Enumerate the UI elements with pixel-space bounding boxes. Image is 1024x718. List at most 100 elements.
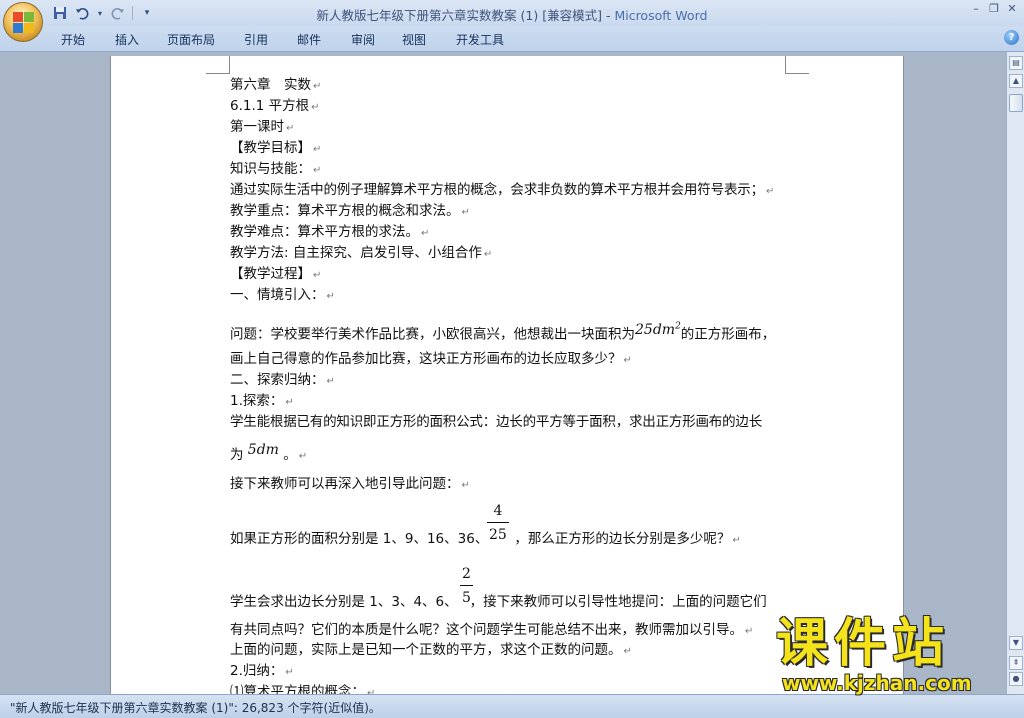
paragraph-text: 【教学过程】: [230, 266, 311, 282]
paragraph: 第一课时 ↵: [230, 118, 294, 138]
office-button[interactable]: [3, 2, 43, 42]
paragraph: 教学重点：算术平方根的概念和求法。 ↵: [230, 202, 470, 222]
return-mark: ↵: [313, 144, 322, 155]
vertical-scrollbar[interactable]: ▤ ▲ ▼ ⇞ ●: [1006, 52, 1024, 694]
office-logo-icon: [13, 12, 35, 34]
paragraph-text: 画上自己得意的作品参加比赛，这块正方形画布的边长应取多少？: [230, 351, 622, 367]
tab-developer[interactable]: 开发工具: [456, 31, 504, 48]
paragraph: ⑴算术平方根的概念： ↵: [230, 683, 375, 694]
return-mark: ↵: [286, 123, 295, 134]
return-mark: ↵: [732, 535, 741, 546]
paragraph-text: 学生会求出边长分别是 1、3、4、6、: [230, 594, 458, 610]
help-icon[interactable]: ?: [1004, 30, 1019, 45]
paragraph: 1.探索： ↵: [230, 392, 294, 412]
return-mark: ↵: [298, 451, 308, 462]
tab-page-layout[interactable]: 页面布局: [167, 31, 215, 48]
document-page[interactable]: 第六章 实数 ↵ 6.1.1 平方根 ↵ 第一课时 ↵ 【教学目标】 ↵ 知识与技能： ↵…: [110, 56, 904, 694]
close-icon[interactable]: ✕: [1006, 2, 1018, 16]
tab-view[interactable]: 视图: [402, 31, 426, 48]
chapter-heading: 第六章 实数: [230, 77, 311, 93]
paragraph-text: 教学难点：算术平方根的求法。: [230, 224, 419, 240]
document-area: 第六章 实数 ↵ 6.1.1 平方根 ↵ 第一课时 ↵ 【教学目标】 ↵ 知识与技能： ↵…: [0, 52, 1006, 694]
window-controls: – ❐ ✕: [970, 2, 1018, 16]
paragraph: 知识与技能： ↵: [230, 160, 321, 180]
paragraph-text: 学生能根据已有的知识即正方形的面积公式：边长的平方等于面积，求出正方形画布的边长: [230, 414, 762, 430]
scrollbar-thumb[interactable]: [1009, 94, 1023, 112]
scroll-down-icon[interactable]: ▼: [1009, 636, 1023, 650]
return-mark: ↵: [461, 207, 470, 218]
paragraph-text: 上面的问题，实际上是已知一个正数的平方，求这个正数的问题。: [230, 642, 622, 658]
return-mark: ↵: [766, 186, 775, 197]
paragraph: 教学方法: 自主探究、启发引导、小组合作 ↵: [230, 244, 492, 264]
return-mark: ↵: [623, 646, 632, 657]
return-mark: ↵: [623, 355, 632, 366]
paragraph: 学生会求出边长分别是 1、3、4、6、 ，接下来教师可以引导性地提问：上面的问题它…: [230, 593, 767, 611]
fraction-numerator: 2: [462, 566, 471, 582]
ribbon-tabs: 开始 插入 页面布局 引用 邮件 审阅 视图 开发工具 ?: [0, 26, 1024, 52]
paragraph: 【教学目标】 ↵: [230, 139, 321, 159]
paragraph-text: 为: [230, 447, 244, 463]
math-area: 25dm2: [635, 321, 681, 338]
paragraph-text: 一、情境引入：: [230, 287, 325, 303]
paragraph: 有共同点吗？它们的本质是什么呢？这个问题学生可能总结不出来，教师需加以引导。 ↵: [230, 621, 753, 641]
window-title: 新人教版七年级下册第六章实数教案 (1) [兼容模式] - Microsoft …: [0, 5, 1024, 24]
paragraph-text: 如果正方形的面积分别是 1、9、16、36、: [230, 531, 489, 547]
app-name: Microsoft Word: [614, 8, 708, 23]
return-mark: ↵: [313, 270, 322, 281]
math-side-length: 5dm: [247, 442, 279, 458]
return-mark: ↵: [483, 249, 493, 260]
previous-page-icon[interactable]: ⇞: [1009, 656, 1023, 670]
return-mark: ↵: [745, 626, 754, 637]
restore-icon[interactable]: ❐: [988, 2, 1000, 16]
paragraph-text: ⑴算术平方根的概念：: [230, 684, 365, 694]
return-mark: ↵: [461, 480, 470, 491]
paragraph-text: 接下来教师可以再深入地引导此问题：: [230, 476, 460, 492]
math-expression: 25dm: [635, 321, 676, 338]
fraction-numerator: 4: [493, 503, 503, 519]
title-separator: -: [601, 8, 615, 23]
paragraph-text: 【教学目标】: [230, 140, 311, 156]
return-mark: ↵: [311, 102, 320, 113]
watermark-url: www.kjzhan.com: [782, 671, 972, 695]
return-mark: ↵: [421, 228, 430, 239]
scroll-up-icon[interactable]: ▲: [1009, 74, 1023, 88]
fraction-bar: [487, 522, 509, 523]
return-mark: ↵: [326, 376, 335, 387]
paragraph-text: 教学重点：算术平方根的概念和求法。: [230, 203, 460, 219]
title-bar: ▾ ▾ 新人教版七年级下册第六章实数教案 (1) [兼容模式] - Micros…: [0, 0, 1024, 26]
paragraph-text: 通过实际生活中的例子理解算术平方根的概念，会求非负数的算术平方根并会用符号表示；: [230, 182, 764, 198]
paragraph-text: 教学方法: 自主探究、启发引导、小组合作: [230, 245, 482, 261]
paragraph-text: ，接下来教师可以引导性地提问：上面的问题它们: [469, 594, 767, 610]
browse-object-icon[interactable]: ●: [1009, 672, 1023, 686]
return-mark: ↵: [285, 397, 294, 408]
math-exponent: 2: [675, 321, 681, 331]
watermark-logo: 课件站 www.kjzhan.com: [776, 616, 1006, 696]
tab-mailings[interactable]: 邮件: [297, 31, 321, 48]
tab-review[interactable]: 审阅: [351, 31, 375, 48]
paragraph: 通过实际生活中的例子理解算术平方根的概念，会求非负数的算术平方根并会用符号表示；…: [230, 181, 774, 201]
tab-references[interactable]: 引用: [244, 31, 268, 48]
margin-corner-mark: [206, 56, 230, 74]
margin-corner-mark: [785, 56, 809, 74]
tab-home[interactable]: 开始: [61, 31, 85, 48]
return-mark: ↵: [326, 291, 335, 302]
paragraph-text: 的正方形画布，: [680, 326, 776, 343]
paragraph: 学生能根据已有的知识即正方形的面积公式：边长的平方等于面积，求出正方形画布的边长: [230, 413, 762, 431]
paragraph-text: 2.归纳：: [230, 663, 284, 679]
tab-insert[interactable]: 插入: [115, 31, 139, 48]
paragraph-text: 1.探索：: [230, 393, 284, 409]
paragraph-text: 。: [283, 447, 297, 463]
paragraph-text: ，那么正方形的边长分别是多少呢？: [514, 531, 731, 547]
paragraph: 画上自己得意的作品参加比赛，这块正方形画布的边长应取多少？ ↵: [230, 350, 632, 370]
paragraph: 第六章 实数 ↵: [230, 76, 321, 96]
paragraph-text: 二、探索归纳：: [230, 372, 325, 388]
paragraph-text: 问题：学校要举行美术作品比赛，小欧很高兴，他想裁出一块面积为: [230, 326, 635, 343]
minimize-icon[interactable]: –: [970, 2, 982, 16]
status-bar: "新人教版七年级下册第六章实数教案 (1)": 26,823 个字符(近似值)。: [0, 694, 1024, 718]
paragraph: 二、探索归纳： ↵: [230, 371, 335, 391]
paragraph: 2.归纳： ↵: [230, 662, 294, 682]
paragraph: 上面的问题，实际上是已知一个正数的平方，求这个正数的问题。 ↵: [230, 641, 632, 661]
paragraph-text: 有共同点吗？它们的本质是什么呢？这个问题学生可能总结不出来，教师需加以引导。: [230, 622, 743, 638]
paragraph: 接下来教师可以再深入地引导此问题： ↵: [230, 475, 470, 495]
ruler-toggle-icon[interactable]: ▤: [1009, 56, 1023, 70]
